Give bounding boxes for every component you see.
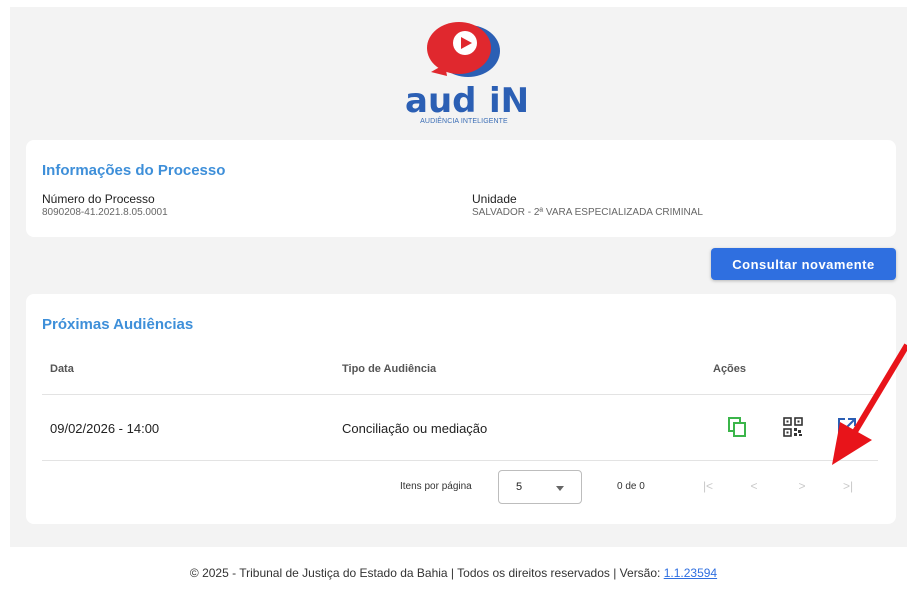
process-info-title: Informações do Processo bbox=[42, 162, 226, 179]
column-header-data[interactable]: Data bbox=[50, 363, 74, 375]
version-link[interactable]: 1.1.23594 bbox=[664, 566, 717, 580]
next-page-icon[interactable]: > bbox=[794, 479, 810, 493]
page-range: 0 de 0 bbox=[617, 481, 645, 492]
process-number-label: Número do Processo bbox=[42, 192, 155, 206]
logo-subtitle: AUDIÊNCIA INTELIGENTE bbox=[420, 118, 508, 125]
hearings-card: Próximas Audiências Data Tipo de Audiênc… bbox=[26, 294, 896, 524]
items-per-page-select[interactable]: 5 bbox=[498, 470, 582, 504]
unit-value: SALVADOR - 2ª VARA ESPECIALIZADA CRIMINA… bbox=[472, 207, 703, 218]
first-page-icon[interactable]: |< bbox=[700, 479, 716, 493]
row-divider bbox=[42, 460, 878, 461]
unit-label: Unidade bbox=[472, 192, 517, 206]
svg-text:iN: iN bbox=[489, 81, 529, 121]
svg-text:aud: aud bbox=[405, 81, 477, 121]
hearing-date: 09/02/2026 - 14:00 bbox=[50, 421, 160, 436]
annotation-arrow bbox=[832, 343, 907, 465]
process-info-card: Informações do Processo Número do Proces… bbox=[26, 140, 896, 237]
items-per-page-label: Itens por página bbox=[400, 481, 472, 492]
qr-code-icon[interactable] bbox=[782, 416, 804, 438]
hearings-title: Próximas Audiências bbox=[42, 316, 194, 333]
audin-logo: aud iN bbox=[405, 22, 529, 121]
chevron-down-icon bbox=[556, 486, 564, 491]
footer-text: © 2025 - Tribunal de Justiça do Estado d… bbox=[189, 566, 664, 580]
column-header-acoes: Ações bbox=[713, 363, 747, 375]
consultar-novamente-button[interactable]: Consultar novamente bbox=[711, 248, 896, 280]
hearing-type: Conciliação ou mediação bbox=[342, 421, 488, 436]
header-divider bbox=[42, 394, 878, 395]
copy-icon[interactable] bbox=[726, 416, 748, 438]
last-page-icon[interactable]: >| bbox=[840, 479, 856, 493]
column-header-tipo[interactable]: Tipo de Audiência bbox=[342, 363, 436, 375]
process-number-value: 8090208-41.2021.8.05.0001 bbox=[42, 207, 168, 218]
items-per-page-value: 5 bbox=[516, 481, 523, 493]
previous-page-icon[interactable]: < bbox=[746, 479, 762, 493]
footer: © 2025 - Tribunal de Justiça do Estado d… bbox=[0, 566, 907, 580]
